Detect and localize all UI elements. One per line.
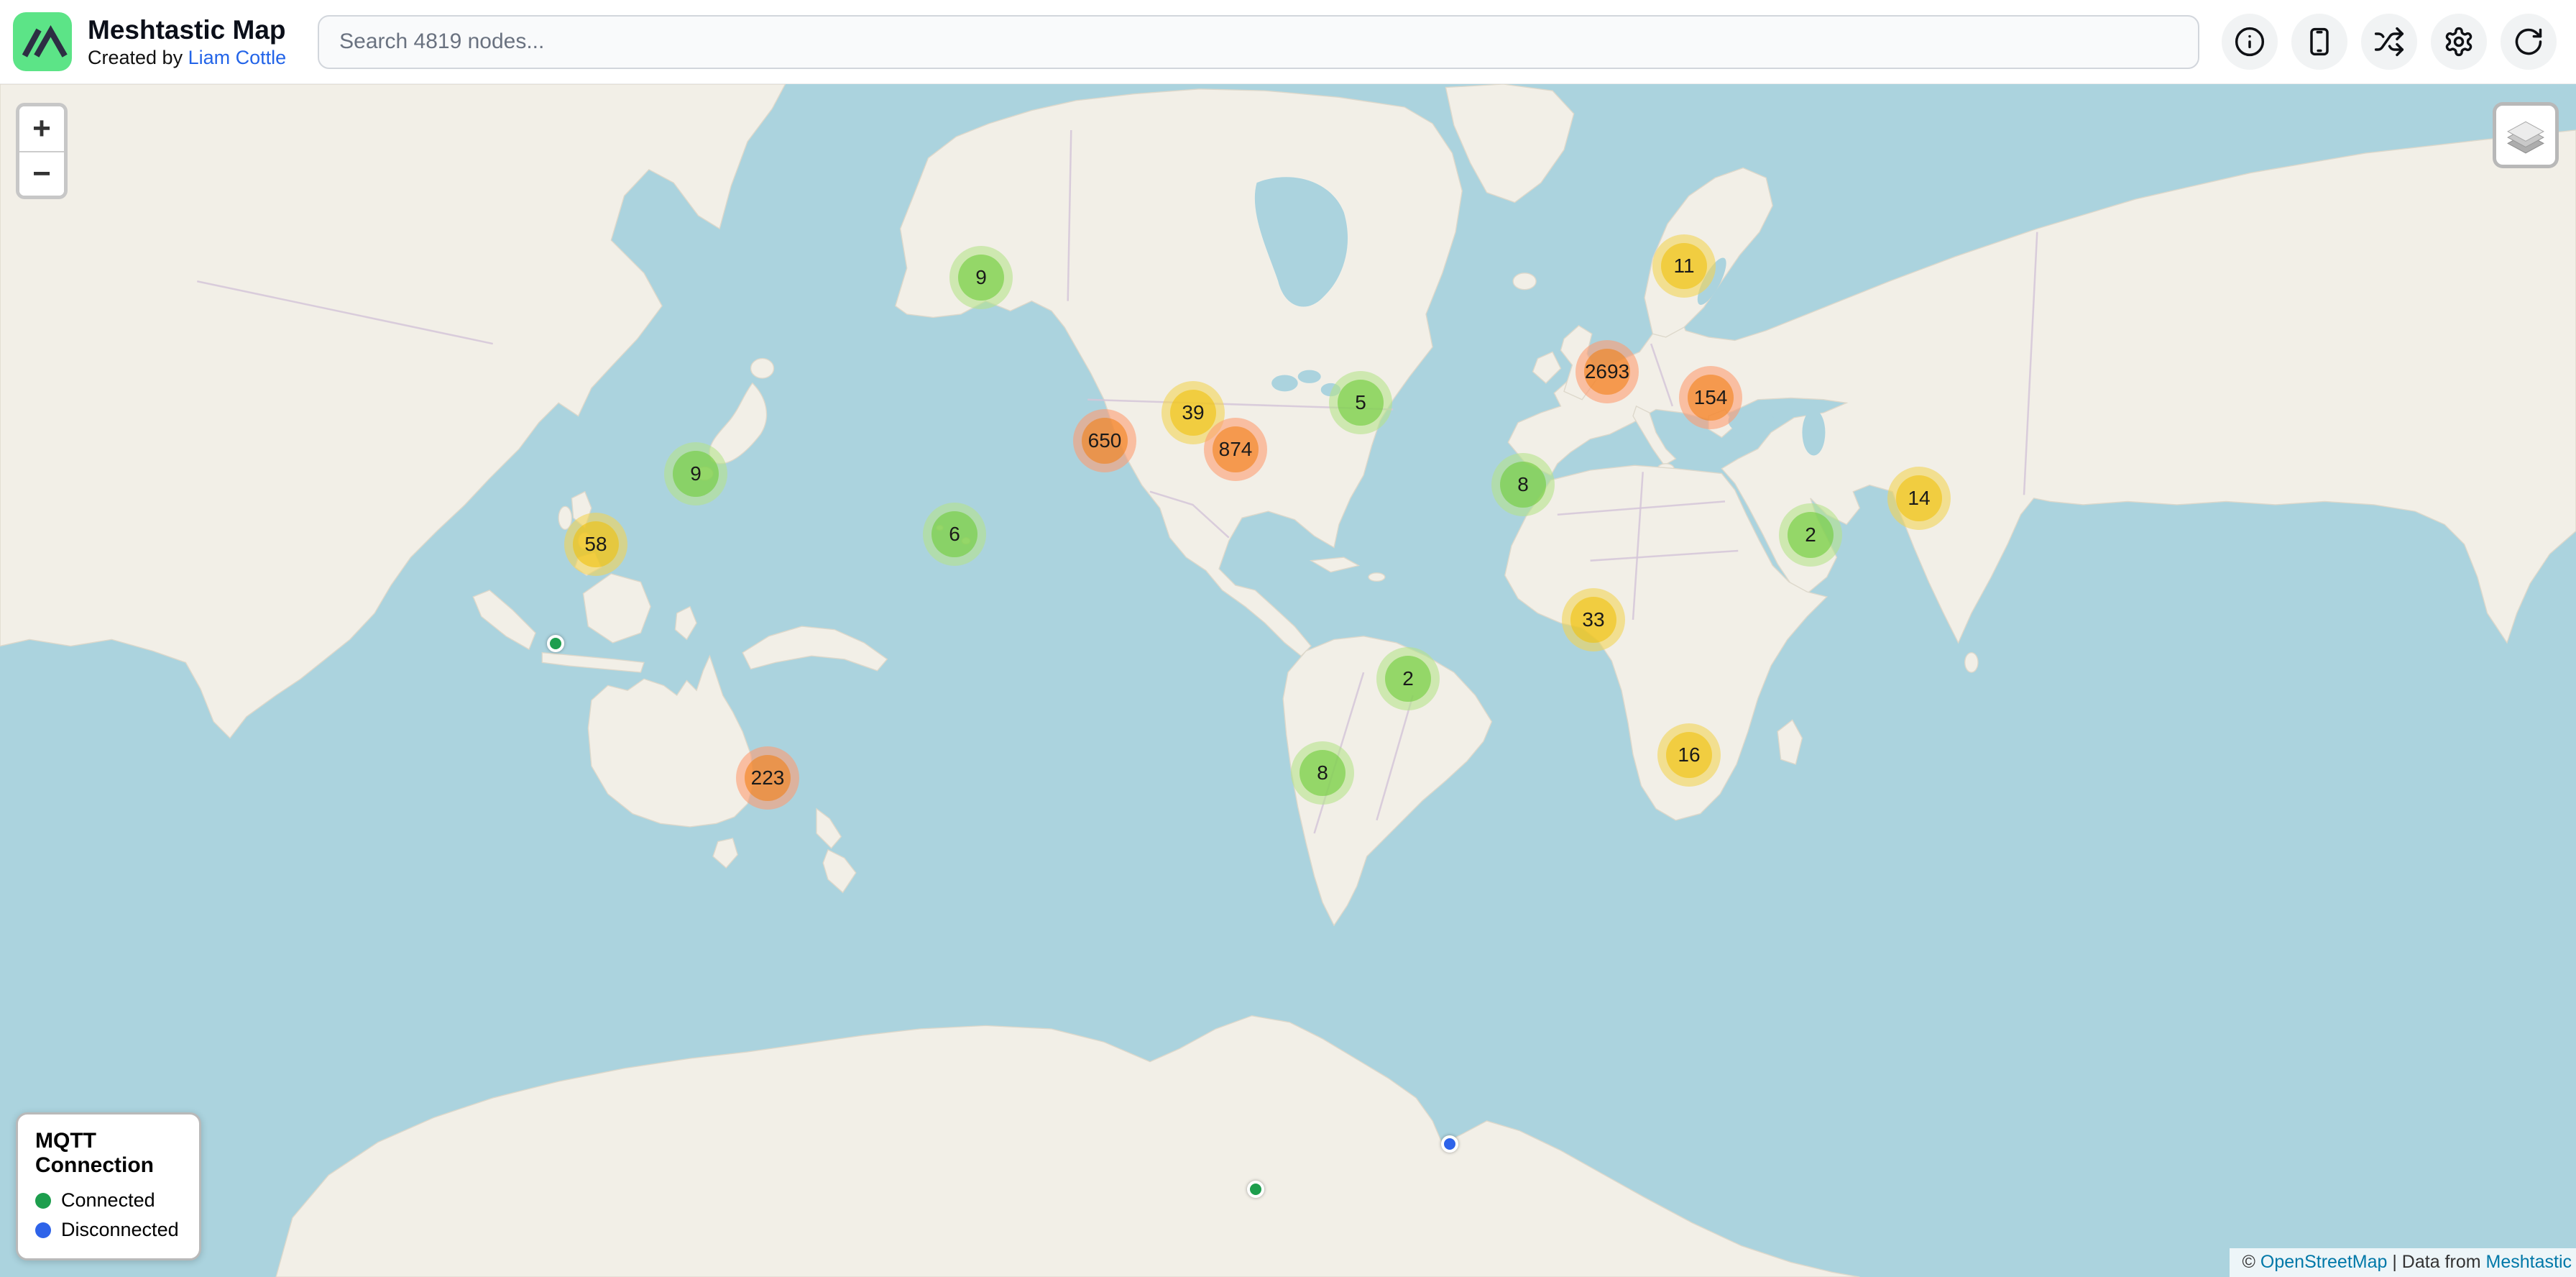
cluster-marker[interactable]: 2693 [1576, 340, 1639, 403]
zoom-control: + − [16, 103, 68, 199]
shuffle-icon [2373, 26, 2405, 58]
legend-label: Disconnected [61, 1219, 179, 1241]
cluster-count: 9 [975, 266, 987, 289]
refresh-button[interactable] [2501, 14, 2557, 70]
zoom-out-button[interactable]: − [19, 151, 64, 196]
cluster-count: 2 [1805, 523, 1816, 546]
search-input[interactable] [318, 15, 2199, 69]
node-marker-connected[interactable] [1247, 1181, 1264, 1198]
cluster-count: 154 [1694, 386, 1728, 409]
cluster-count: 14 [1908, 487, 1930, 510]
node-marker-disconnected[interactable] [1441, 1135, 1458, 1153]
cluster-marker[interactable]: 11 [1652, 234, 1716, 298]
cluster-marker[interactable]: 33 [1562, 588, 1625, 651]
cluster-count: 58 [584, 533, 607, 556]
connected-dot-icon [35, 1193, 51, 1209]
legend-label: Connected [61, 1189, 155, 1212]
cluster-marker[interactable]: 8 [1291, 741, 1354, 805]
cluster-marker[interactable]: 2 [1779, 503, 1842, 567]
legend-item-disconnected: Disconnected [35, 1219, 182, 1241]
meshtastic-link[interactable]: Meshtastic [2486, 1252, 2572, 1272]
mqtt-legend: MQTT Connection Connected Disconnected [16, 1112, 201, 1260]
node-marker-connected[interactable] [547, 635, 564, 652]
cluster-count: 16 [1678, 743, 1700, 766]
meshtastic-logo-icon [13, 12, 72, 71]
page-title: Meshtastic Map [88, 14, 286, 46]
zoom-in-button[interactable]: + [19, 106, 64, 151]
gear-icon [2443, 26, 2475, 58]
settings-button[interactable] [2431, 14, 2487, 70]
cluster-count: 2693 [1585, 360, 1629, 383]
cluster-count: 33 [1582, 608, 1604, 631]
attribution-copyright: © [2242, 1252, 2260, 1272]
cluster-count: 5 [1355, 391, 1366, 414]
cluster-count: 39 [1182, 401, 1204, 424]
cluster-count: 8 [1317, 761, 1328, 784]
cluster-marker[interactable]: 9 [664, 442, 727, 505]
mobile-app-button[interactable] [2291, 14, 2347, 70]
cluster-marker[interactable]: 650 [1073, 409, 1136, 472]
cluster-marker[interactable]: 8 [1491, 453, 1555, 516]
legend-title: MQTT Connection [35, 1129, 182, 1178]
subtitle-prefix: Created by [88, 47, 188, 68]
cluster-marker[interactable]: 58 [564, 513, 627, 576]
map-attribution: © OpenStreetMap | Data from Meshtastic [2230, 1248, 2576, 1277]
cluster-marker[interactable]: 16 [1657, 723, 1721, 787]
cluster-marker[interactable]: 6 [923, 503, 986, 566]
random-node-button[interactable] [2361, 14, 2417, 70]
cluster-marker[interactable]: 154 [1679, 366, 1742, 429]
openstreetmap-link[interactable]: OpenStreetMap [2260, 1252, 2388, 1272]
cluster-count: 874 [1219, 438, 1253, 461]
cluster-marker[interactable]: 223 [736, 746, 799, 810]
world-map[interactable]: + − 911269315439650874581429586332168223… [0, 84, 2576, 1277]
author-link[interactable]: Liam Cottle [188, 47, 287, 68]
cluster-count: 9 [690, 462, 702, 485]
refresh-icon [2513, 26, 2544, 58]
legend-item-connected: Connected [35, 1189, 182, 1212]
page-subtitle: Created by Liam Cottle [88, 46, 286, 69]
smartphone-icon [2304, 26, 2335, 58]
disconnected-dot-icon [35, 1222, 51, 1238]
cluster-count: 223 [751, 766, 785, 789]
cluster-count: 6 [949, 523, 960, 546]
header-actions [2222, 14, 2557, 70]
cluster-count: 650 [1088, 429, 1122, 452]
cluster-count: 2 [1402, 667, 1414, 690]
cluster-count: 8 [1517, 473, 1529, 496]
layers-icon [2505, 114, 2547, 156]
app-title-block: Meshtastic Map Created by Liam Cottle [88, 14, 286, 70]
layers-control[interactable] [2493, 102, 2559, 168]
cluster-marker[interactable]: 5 [1329, 371, 1392, 434]
cluster-count: 11 [1673, 255, 1694, 278]
cluster-marker[interactable]: 9 [949, 246, 1013, 309]
markers-layer: 911269315439650874581429586332168223 [0, 84, 2576, 1277]
cluster-marker[interactable]: 14 [1887, 467, 1951, 530]
info-icon [2234, 26, 2266, 58]
attribution-middle: | Data from [2387, 1252, 2485, 1272]
info-button[interactable] [2222, 14, 2278, 70]
app-header: Meshtastic Map Created by Liam Cottle [0, 0, 2576, 84]
cluster-marker[interactable]: 874 [1204, 418, 1267, 481]
cluster-marker[interactable]: 2 [1376, 647, 1440, 710]
